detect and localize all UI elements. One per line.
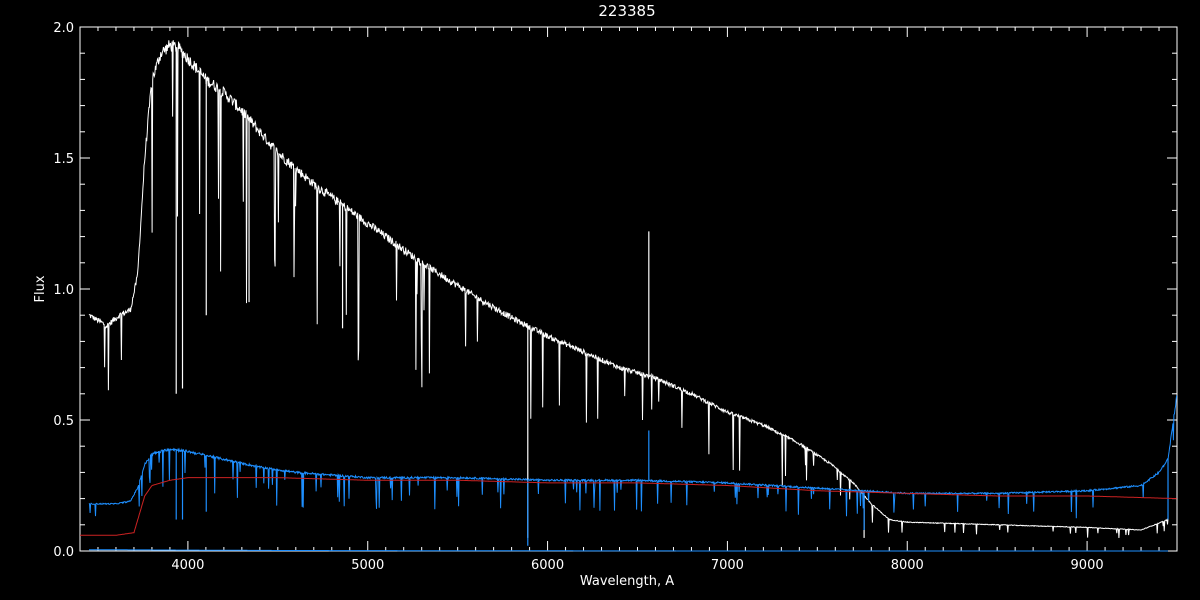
plot-frame bbox=[79, 26, 1178, 552]
x-tick-label: 8000 bbox=[891, 558, 924, 573]
x-axis-label: Wavelength, A bbox=[580, 574, 674, 589]
chart-title: 223385 bbox=[598, 2, 655, 20]
x-tick-label: 6000 bbox=[531, 558, 564, 573]
x-tick-label: 7000 bbox=[711, 558, 744, 573]
x-tick-label: 9000 bbox=[1071, 558, 1104, 573]
y-tick-label: 2.0 bbox=[53, 21, 74, 36]
series-line bbox=[80, 477, 1177, 536]
series-layer bbox=[80, 40, 1178, 552]
y-tick-label: 0.0 bbox=[53, 545, 74, 560]
x-tick-label: 5000 bbox=[351, 558, 384, 573]
series-line bbox=[89, 549, 1168, 552]
y-tick-label: 0.5 bbox=[53, 414, 74, 429]
spectrum-chart: 223385 4000 5000 6000 7000 8000 9000 0.0 0.5 1.0… bbox=[33, 2, 1178, 589]
x-tick-label: 4000 bbox=[171, 558, 204, 573]
y-tick-label: 1.5 bbox=[53, 152, 74, 167]
y-tick-label: 1.0 bbox=[53, 283, 74, 298]
series-line bbox=[88, 40, 1169, 539]
series-line bbox=[88, 395, 1178, 519]
y-axis-label: Flux bbox=[33, 275, 48, 302]
